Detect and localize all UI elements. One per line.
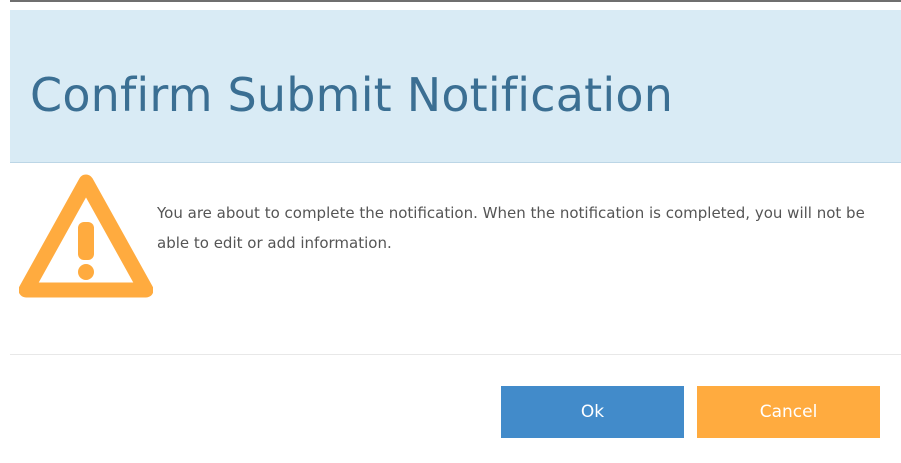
warning-icon <box>19 174 153 298</box>
cancel-button[interactable]: Cancel <box>697 386 880 438</box>
confirm-dialog: Confirm Submit Notification You are abou… <box>10 2 901 463</box>
ok-button[interactable]: Ok <box>501 386 684 438</box>
dialog-message: You are about to complete the notificati… <box>157 204 865 252</box>
dialog-header: Confirm Submit Notification <box>10 10 901 163</box>
footer-divider <box>10 354 901 355</box>
dialog-title: Confirm Submit Notification <box>30 68 674 122</box>
